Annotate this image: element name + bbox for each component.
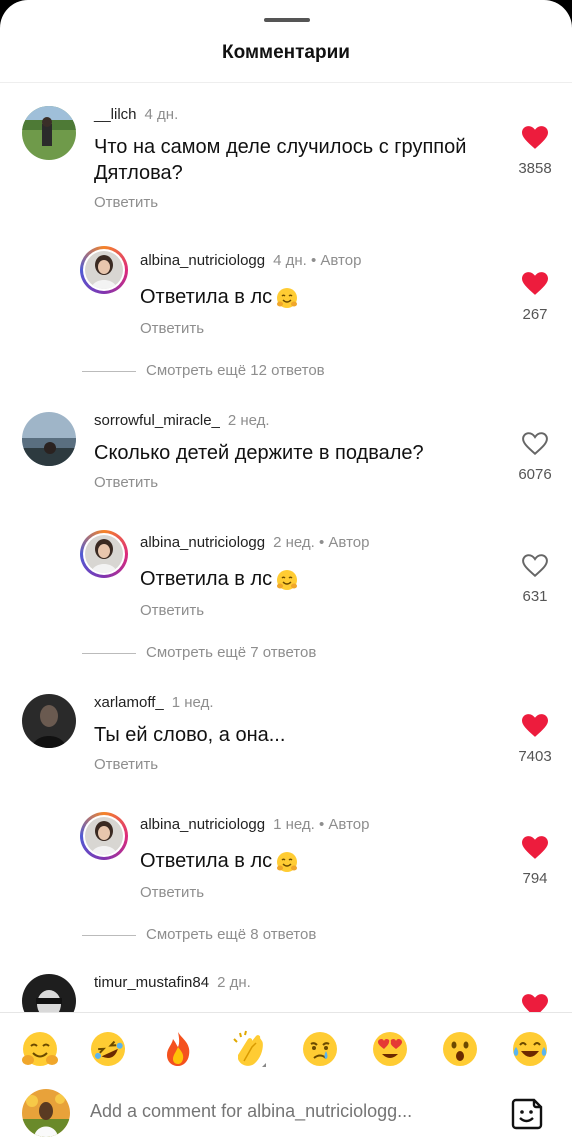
hugging-face-icon	[277, 569, 298, 590]
reply-text-content: Ответила в лс	[140, 286, 273, 308]
thread-line	[82, 934, 136, 936]
header-divider	[0, 82, 572, 83]
clapping-hands-icon[interactable]	[230, 1029, 270, 1069]
reply-username[interactable]: albina_nutriciologg	[140, 252, 265, 269]
avatar[interactable]	[22, 106, 76, 160]
reply-text: Ответила в лс	[140, 566, 298, 592]
heart-filled-icon[interactable]	[522, 126, 548, 150]
reply-meta: albina_nutriciologg 1 нед. • Автор	[140, 816, 369, 833]
comment-text-line: Ты ей слово, а она...	[94, 724, 286, 746]
quick-emoji-row	[0, 1029, 572, 1079]
reply-username[interactable]: albina_nutriciologg	[140, 534, 265, 551]
reply-time: 2 нед.	[273, 534, 315, 551]
comment-text: Что на самом деле случилось с группой Дя…	[94, 134, 466, 186]
crying-face-icon[interactable]	[300, 1029, 340, 1069]
reply-meta: albina_nutriciologg 2 нед. • Автор	[140, 534, 369, 551]
comment-username[interactable]: timur_mustafin84	[94, 974, 209, 991]
tears-of-joy-icon[interactable]	[510, 1029, 550, 1069]
view-more-label: Смотреть ещё 8 ответов	[146, 926, 317, 943]
view-more-replies[interactable]: Смотреть ещё 7 ответов	[82, 644, 316, 661]
avatar[interactable]	[22, 694, 76, 748]
reply-button[interactable]: Ответить	[140, 884, 204, 901]
heart-eyes-icon[interactable]	[370, 1029, 410, 1069]
reply-time: 4 дн.	[273, 252, 307, 269]
avatar	[85, 535, 123, 573]
comment-input[interactable]	[90, 1101, 490, 1122]
comment-meta: sorrowful_miracle_ 2 нед.	[94, 412, 270, 429]
comment-text: Ты ей слово, а она...	[94, 722, 285, 748]
reply-text: Ответила в лс	[140, 848, 298, 874]
author-badge: • Автор	[310, 252, 362, 269]
view-more-label: Смотреть ещё 12 ответов	[146, 362, 325, 379]
reply-meta: albina_nutriciologg 4 дн. • Автор	[140, 252, 361, 269]
view-more-label: Смотреть ещё 7 ответов	[146, 644, 317, 661]
avatar-story-ring[interactable]	[80, 530, 128, 578]
reply-button[interactable]: Ответить	[94, 194, 158, 211]
comment-time: 2 нед.	[227, 412, 270, 429]
avatar	[85, 817, 123, 855]
reply-text-content: Ответила в лс	[140, 850, 273, 872]
comment-meta: xarlamoff_ 1 нед.	[94, 694, 214, 711]
heart-outline-icon[interactable]	[522, 554, 548, 578]
comment-username[interactable]: xarlamoff_	[94, 694, 164, 711]
avatar	[85, 251, 123, 289]
heart-outline-icon[interactable]	[522, 432, 548, 456]
drag-handle[interactable]	[264, 18, 310, 22]
comment-time: 2 дн.	[217, 974, 251, 991]
reply-text: Ответила в лс	[140, 284, 298, 310]
comment-time: 4 дн.	[144, 106, 179, 123]
heart-filled-icon[interactable]	[522, 272, 548, 296]
comment-text-line: Сколько детей держите в подвале?	[94, 442, 424, 464]
hugging-face-icon	[277, 287, 298, 308]
view-more-replies[interactable]: Смотреть ещё 8 ответов	[82, 926, 316, 943]
comment-text: Сколько детей держите в подвале?	[94, 440, 424, 466]
comment-username[interactable]: __lilch	[94, 106, 137, 123]
reply-text-content: Ответила в лс	[140, 568, 273, 590]
comment-meta: timur_mustafin84 2 дн.	[94, 974, 251, 991]
reply-button[interactable]: Ответить	[140, 602, 204, 619]
like-count: 3858	[518, 160, 552, 177]
rolling-laughing-icon[interactable]	[88, 1029, 128, 1069]
view-more-replies[interactable]: Смотреть ещё 12 ответов	[82, 362, 325, 379]
comment-composer	[22, 1085, 552, 1141]
thread-line	[82, 652, 136, 654]
like-count: 267	[522, 306, 548, 323]
comment-meta: __lilch 4 дн.	[94, 106, 178, 123]
comment-time: 1 нед.	[171, 694, 214, 711]
reply-username[interactable]: albina_nutriciologg	[140, 816, 265, 833]
reply-button[interactable]: Ответить	[94, 474, 158, 491]
sheet-title: Комментарии	[222, 42, 350, 63]
reply-time: 1 нед.	[273, 816, 315, 833]
avatar-story-ring[interactable]	[80, 812, 128, 860]
astonished-face-icon[interactable]	[440, 1029, 480, 1069]
like-count: 794	[522, 870, 548, 887]
thread-line	[82, 370, 136, 372]
hugging-face-icon	[277, 851, 298, 872]
comment-composer-bar	[0, 1012, 572, 1144]
like-count: 7403	[518, 748, 552, 765]
fire-icon[interactable]	[158, 1029, 198, 1069]
current-user-avatar[interactable]	[22, 1089, 70, 1137]
heart-filled-icon[interactable]	[522, 836, 548, 860]
comment-username[interactable]: sorrowful_miracle_	[94, 412, 220, 429]
avatar[interactable]	[22, 412, 76, 466]
comment-text-line: Что на самом деле случилось с группой	[94, 136, 467, 158]
author-badge: • Автор	[319, 816, 370, 833]
hugging-face-icon[interactable]	[20, 1029, 60, 1069]
like-count: 6076	[518, 466, 552, 483]
heart-filled-icon[interactable]	[522, 714, 548, 738]
comment-text-line: Дятлова?	[94, 162, 183, 184]
sticker-icon[interactable]	[510, 1097, 544, 1131]
reply-button[interactable]: Ответить	[140, 320, 204, 337]
reply-button[interactable]: Ответить	[94, 756, 158, 773]
author-badge: • Автор	[319, 534, 370, 551]
avatar-story-ring[interactable]	[80, 246, 128, 294]
like-count: 631	[522, 588, 548, 605]
comments-sheet: Комментарии __lilch 4 дн. Что на самом де…	[0, 0, 572, 1144]
